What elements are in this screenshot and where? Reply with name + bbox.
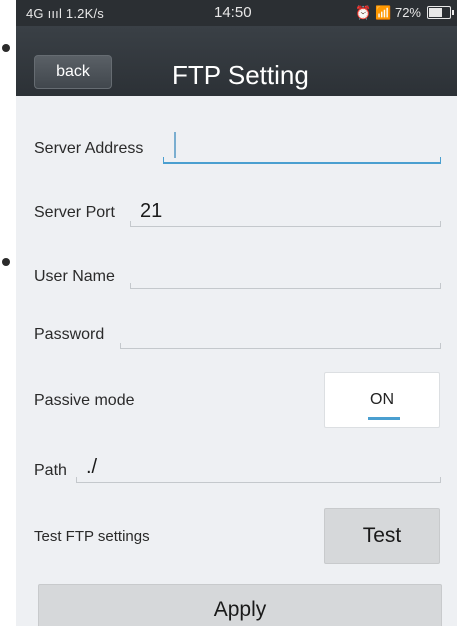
network-type: 4G bbox=[26, 6, 44, 21]
network-status: 4G ıııl 1.2K/s bbox=[26, 6, 104, 21]
status-time: 14:50 bbox=[214, 4, 252, 21]
server-address-field[interactable] bbox=[163, 132, 441, 164]
status-icons: ⏰ 📶 72% bbox=[355, 5, 421, 21]
alarm-clock-icon: ⏰ bbox=[355, 5, 372, 20]
path-label: Path bbox=[34, 462, 67, 479]
passive-mode-state: ON bbox=[370, 391, 394, 408]
server-port-value: 21 bbox=[140, 200, 163, 222]
battery-icon bbox=[427, 6, 454, 19]
passive-mode-toggle[interactable]: ON bbox=[324, 372, 440, 428]
toggle-indicator bbox=[368, 417, 400, 420]
server-port-label: Server Port bbox=[34, 204, 115, 221]
test-ftp-label: Test FTP settings bbox=[34, 528, 150, 545]
test-button[interactable]: Test bbox=[324, 508, 440, 564]
path-value: ./ bbox=[86, 456, 98, 478]
apply-button[interactable]: Apply bbox=[38, 584, 442, 626]
wifi-icon: 📶 bbox=[375, 5, 392, 20]
path-field[interactable]: ./ bbox=[76, 452, 441, 483]
server-port-field[interactable]: 21 bbox=[130, 196, 441, 227]
title-bar: back FTP Setting bbox=[16, 26, 457, 96]
battery-tip bbox=[452, 10, 454, 15]
user-name-label: User Name bbox=[34, 268, 115, 285]
phone-screen: 4G ıııl 1.2K/s 14:50 ⏰ 📶 72% back FTP Se… bbox=[16, 0, 457, 626]
signal-icon: ıııl bbox=[47, 6, 63, 21]
user-name-field[interactable] bbox=[130, 258, 441, 289]
text-caret bbox=[174, 132, 176, 158]
battery-fill bbox=[429, 8, 442, 17]
password-field[interactable] bbox=[120, 318, 441, 349]
back-button[interactable]: back bbox=[34, 55, 112, 89]
status-bar: 4G ıııl 1.2K/s 14:50 ⏰ 📶 72% bbox=[16, 0, 457, 26]
page-title: FTP Setting bbox=[172, 60, 309, 90]
battery-percent: 72% bbox=[394, 5, 421, 20]
passive-mode-label: Passive mode bbox=[34, 392, 135, 409]
page-bullet-top bbox=[2, 44, 10, 52]
network-speed: 1.2K/s bbox=[65, 6, 104, 21]
server-address-label: Server Address bbox=[34, 140, 144, 157]
page-bullet-middle bbox=[2, 258, 10, 266]
password-label: Password bbox=[34, 326, 105, 343]
